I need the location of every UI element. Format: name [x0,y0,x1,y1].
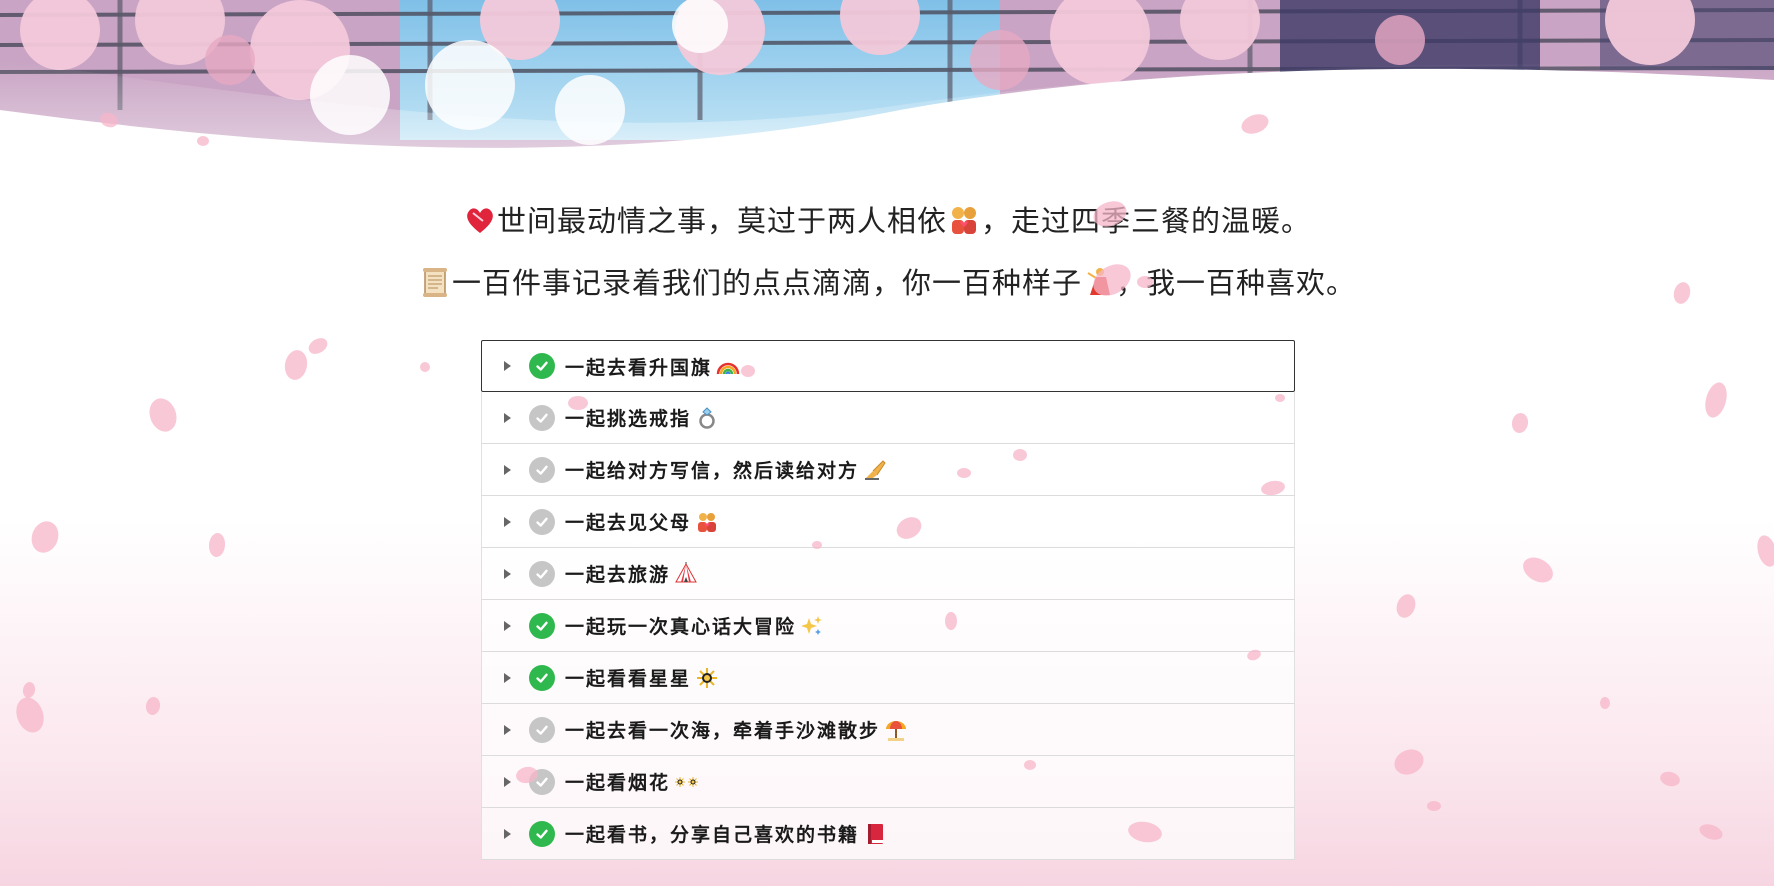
petal [16,697,44,733]
check-pending-icon [529,508,555,535]
writing-hand-icon [863,458,887,482]
book-icon [863,822,887,846]
expand-caret-icon[interactable] [504,672,511,683]
list-item-label: 一起看烟花 [565,772,671,794]
list-item-label: 一起去看升国旗 [565,356,713,379]
petal [1705,382,1727,418]
petal [1396,594,1416,618]
petal [1427,801,1441,811]
hundred-things-list: 一起去看升国旗 一起挑选戒指一起给对方写信，然后读给对方 一起去见父母 一起去旅游一起… [481,340,1295,860]
petal [1523,557,1553,583]
list-item[interactable]: 一起去看升国旗 [481,340,1295,392]
petal [284,350,308,380]
couple-icon [947,196,981,234]
umbrella-beach-icon [884,718,908,742]
expand-caret-icon[interactable] [504,776,511,787]
list-item-label: 一起玩一次真心话大冒险 [565,616,797,638]
check-pending-icon [529,404,555,431]
circus-tent-icon [674,561,698,586]
list-item-label: 一起看书，分享自己喜欢的书籍 [565,824,860,846]
check-pending-icon [529,560,555,587]
quote-2-part-a: 一百件事记录着我们的点点滴滴，你一百种样子 [451,266,1082,300]
check-pending-icon [529,716,555,743]
expand-caret-icon[interactable] [504,568,511,579]
sparkles-icon [800,614,824,638]
check-done-icon [529,820,555,847]
list-item-label: 一起给对方写信，然后读给对方 [565,460,860,482]
check-pending-icon [529,768,555,795]
expand-caret-icon[interactable] [504,620,511,631]
cherry-blossom-banner-image [0,0,1774,170]
header-banner [0,0,1774,170]
expand-caret-icon[interactable] [504,412,511,423]
scroll-icon [418,258,452,297]
quote-1-part-b: ，走过四季三餐的温暖。 [981,204,1312,238]
rainbow-icon [716,354,740,378]
expand-caret-icon[interactable] [504,828,511,839]
petal [208,533,226,557]
sparkler-icon [695,666,719,690]
dancer-icon [1082,258,1116,295]
expand-caret-icon[interactable] [504,724,511,735]
petal [1660,771,1680,787]
heart-icon [463,196,497,233]
family-icon [695,510,719,534]
list-item-label: 一起去见父母 [565,512,692,534]
check-done-icon [529,353,555,379]
check-done-icon [529,664,555,691]
list-item[interactable]: 一起挑选戒指 [481,392,1295,444]
petal [1757,535,1774,567]
petal [1699,824,1723,840]
petal [308,338,328,354]
ring-icon [695,406,719,430]
check-done-icon [529,612,555,639]
expand-caret-icon[interactable] [504,361,511,371]
list-item[interactable]: 一起去看一次海，牵着手沙滩散步 [481,704,1295,756]
list-item[interactable]: 一起看烟花 [481,756,1295,808]
petal [1511,413,1529,433]
quote-line-1: 世间最动情之事，莫过于两人相依 ，走过四季三餐的温暖。 [0,190,1774,252]
list-item[interactable]: 一起去见父母 [481,496,1295,548]
petal [145,697,161,715]
petal [420,362,430,372]
fireworks-icon [674,770,722,794]
list-item[interactable]: 一起看书，分享自己喜欢的书籍 [481,808,1295,860]
list-item-label: 一起看看星星 [565,668,692,690]
check-pending-icon [529,456,555,483]
petal [149,398,177,432]
expand-caret-icon[interactable] [504,464,511,475]
expand-caret-icon[interactable] [504,516,511,527]
list-item-label: 一起去旅游 [565,564,671,586]
list-item-label: 一起挑选戒指 [565,408,692,430]
quote-2-part-b: ，我一百种喜欢。 [1116,266,1357,300]
list-item[interactable]: 一起给对方写信，然后读给对方 [481,444,1295,496]
petal [22,682,36,698]
list-item-label: 一起去看一次海，牵着手沙滩散步 [565,720,881,742]
petal [31,521,59,553]
quote-1-part-a: 世间最动情之事，莫过于两人相依 [496,204,947,238]
petal [1394,749,1424,775]
petal [1600,697,1610,709]
quotes-section: 世间最动情之事，莫过于两人相依 ，走过四季三餐的温暖。 一百件事记录着我们的点点… [0,190,1774,314]
list-item[interactable]: 一起看看星星 [481,652,1295,704]
quote-line-2: 一百件事记录着我们的点点滴滴，你一百种样子 ，我一百种喜欢。 [0,252,1774,314]
list-item[interactable]: 一起去旅游 [481,548,1295,600]
list-item[interactable]: 一起玩一次真心话大冒险 [481,600,1295,652]
